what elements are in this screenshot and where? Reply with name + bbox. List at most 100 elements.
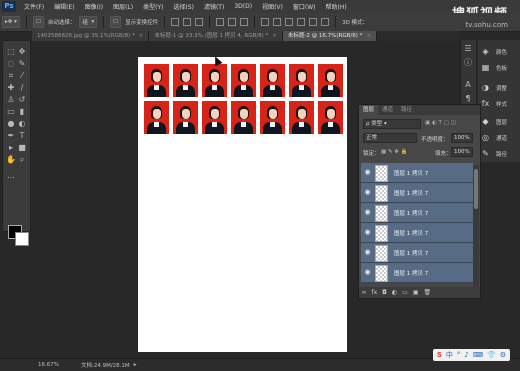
eye-icon[interactable]: ◉ <box>363 188 372 197</box>
stamp-tool-icon[interactable]: ♙ <box>6 95 16 105</box>
dock-paths[interactable]: ✎ 路径 <box>478 146 520 162</box>
eye-icon[interactable]: ◉ <box>363 248 372 257</box>
layer-row[interactable]: ◉ 图层 1 拷贝 7 <box>361 183 473 203</box>
marquee-tool-icon[interactable]: ⬚ <box>6 47 16 57</box>
layer-row[interactable]: ◉ 图层 1 拷贝 7 <box>361 203 473 223</box>
sogou-input-icon[interactable]: S <box>437 351 442 359</box>
menu-filter[interactable]: 滤镜(T) <box>199 2 229 11</box>
dock-adjustments[interactable]: ◑ 调整 <box>478 80 520 96</box>
eye-icon[interactable]: ◉ <box>363 168 372 177</box>
type-tool-icon[interactable]: T <box>17 131 27 141</box>
adjustment-layer-icon[interactable]: ◐ <box>392 289 397 296</box>
layers-scrollbar[interactable] <box>473 165 479 289</box>
dodge-tool-icon[interactable]: ◐ <box>17 119 27 129</box>
chinese-mode-icon[interactable]: 中 <box>446 350 453 360</box>
document-canvas[interactable] <box>138 57 347 352</box>
show-transform-checkbox[interactable]: ☐ <box>110 16 122 28</box>
eye-icon[interactable]: ◉ <box>363 268 372 277</box>
eye-icon[interactable]: ◉ <box>363 228 372 237</box>
layer-row[interactable]: ◉ 图层 1 拷贝 7 <box>361 163 473 183</box>
layer-row[interactable]: ◉ 图层 1 拷贝 7 <box>361 223 473 243</box>
more-tools-icon[interactable]: … <box>6 171 16 181</box>
align-bottom-icon[interactable] <box>195 18 204 26</box>
dock-channels[interactable]: ◎ 通道 <box>478 130 520 146</box>
opacity-input[interactable]: 100% <box>451 133 473 143</box>
new-layer-icon[interactable]: ▣ <box>413 289 419 296</box>
distribute-vcenter-icon[interactable] <box>273 18 282 26</box>
gradient-tool-icon[interactable]: ▮ <box>17 107 27 117</box>
align-hcenter-icon[interactable] <box>228 18 237 26</box>
move-tool-icon[interactable]: ✥ <box>17 47 27 57</box>
shape-tool-icon[interactable]: ■ <box>17 143 27 153</box>
align-right-icon[interactable] <box>240 18 249 26</box>
eyedropper-tool-icon[interactable]: ⁄ <box>17 71 27 81</box>
brush-tool-icon[interactable]: ∕ <box>17 83 27 93</box>
tab-document-1[interactable]: 1402586826.jpg @ 35.1%(RGB/8) * × <box>32 31 150 41</box>
dock-layers[interactable]: ◆ 图层 <box>478 114 520 130</box>
menu-file[interactable]: 文件(F) <box>19 2 49 11</box>
pen-tool-icon[interactable]: ✒ <box>6 131 16 141</box>
tab-channels[interactable]: 通道 <box>378 105 397 115</box>
scrollbar-thumb[interactable] <box>474 169 478 209</box>
layer-filter-dropdown[interactable]: ρ 类型 ▾ <box>363 119 421 129</box>
tab-layers[interactable]: 图层 <box>359 105 379 115</box>
align-top-icon[interactable] <box>171 18 180 26</box>
close-icon[interactable]: × <box>366 33 371 39</box>
align-left-icon[interactable] <box>216 18 225 26</box>
menu-type[interactable]: 类型(Y) <box>138 2 168 11</box>
background-color-swatch[interactable] <box>15 232 29 246</box>
eraser-tool-icon[interactable]: ▭ <box>6 107 16 117</box>
menu-3d[interactable]: 3D(D) <box>229 3 257 10</box>
auto-select-checkbox[interactable]: ☐ <box>32 16 44 28</box>
eye-icon[interactable]: ◉ <box>363 208 372 217</box>
menu-select[interactable]: 选择(S) <box>168 2 199 11</box>
menu-image[interactable]: 图像(I) <box>80 2 108 11</box>
add-mask-icon[interactable]: ◘ <box>382 289 387 296</box>
punctuation-icon[interactable]: ° <box>457 351 461 359</box>
info-panel-icon[interactable]: ⓘ <box>463 58 473 68</box>
dock-color[interactable]: ◈ 颜色 <box>478 44 520 60</box>
paragraph-panel-icon[interactable]: ¶ <box>463 94 473 104</box>
zoom-tool-icon[interactable]: ⌕ <box>17 155 27 165</box>
dock-styles[interactable]: fx 样式 <box>478 96 520 112</box>
path-select-tool-icon[interactable]: ▸ <box>6 143 16 153</box>
close-icon[interactable]: × <box>139 33 144 39</box>
menu-help[interactable]: 帮助(H) <box>321 2 352 11</box>
close-icon[interactable]: × <box>272 33 277 39</box>
history-brush-tool-icon[interactable]: ↺ <box>17 95 27 105</box>
link-layers-icon[interactable]: ∞ <box>362 289 367 296</box>
lasso-tool-icon[interactable]: ◌ <box>6 59 16 69</box>
crop-tool-icon[interactable]: ⌗ <box>6 71 16 81</box>
menu-layer[interactable]: 图层(L) <box>108 2 138 11</box>
distribute-top-icon[interactable] <box>261 18 270 26</box>
healing-tool-icon[interactable]: ✚ <box>6 83 16 93</box>
status-menu-arrow-icon[interactable]: ▸ <box>134 362 137 368</box>
tab-document-3[interactable]: 未标题-2 @ 16.7%(RGB/8) * × <box>282 31 377 41</box>
blur-tool-icon[interactable]: ● <box>6 119 16 129</box>
delete-layer-icon[interactable]: 🗑 <box>424 289 432 296</box>
move-tool-preset[interactable]: ▸✥ ▾ <box>2 16 20 28</box>
blend-mode-dropdown[interactable]: 正常 <box>363 133 417 143</box>
character-panel-icon[interactable]: A <box>463 80 473 90</box>
distribute-hcenter-icon[interactable] <box>309 18 318 26</box>
voice-icon[interactable]: ♪ <box>464 351 468 359</box>
menu-edit[interactable]: 编辑(E) <box>49 2 79 11</box>
fill-input[interactable]: 100% <box>451 147 473 157</box>
lock-icons[interactable]: ▦ ✎ ✥ 🔒 <box>381 149 408 155</box>
keyboard-icon[interactable]: ⌨ <box>473 351 483 359</box>
menu-window[interactable]: 窗口(W) <box>288 2 321 11</box>
layer-style-icon[interactable]: fx <box>372 289 378 296</box>
hand-tool-icon[interactable]: ✋ <box>6 155 16 165</box>
dock-swatches[interactable]: ▦ 色板 <box>478 60 520 76</box>
history-panel-icon[interactable]: ☰ <box>463 44 473 54</box>
layer-row[interactable]: ◉ 图层 1 拷贝 7 <box>361 243 473 263</box>
auto-select-dropdown[interactable]: 组 ▾ <box>79 16 98 28</box>
tab-paths[interactable]: 路径 <box>397 105 416 115</box>
align-vcenter-icon[interactable] <box>183 18 192 26</box>
skin-icon[interactable]: 👕 <box>487 351 496 359</box>
layer-row[interactable]: ◉ 图层 1 拷贝 7 <box>361 263 473 283</box>
zoom-level[interactable]: 16.67% <box>38 362 59 368</box>
filter-icons[interactable]: ▣ ◐ T ▢ ◫ <box>425 120 456 126</box>
quick-select-tool-icon[interactable]: ✎ <box>17 59 27 69</box>
distribute-right-icon[interactable] <box>321 18 330 26</box>
